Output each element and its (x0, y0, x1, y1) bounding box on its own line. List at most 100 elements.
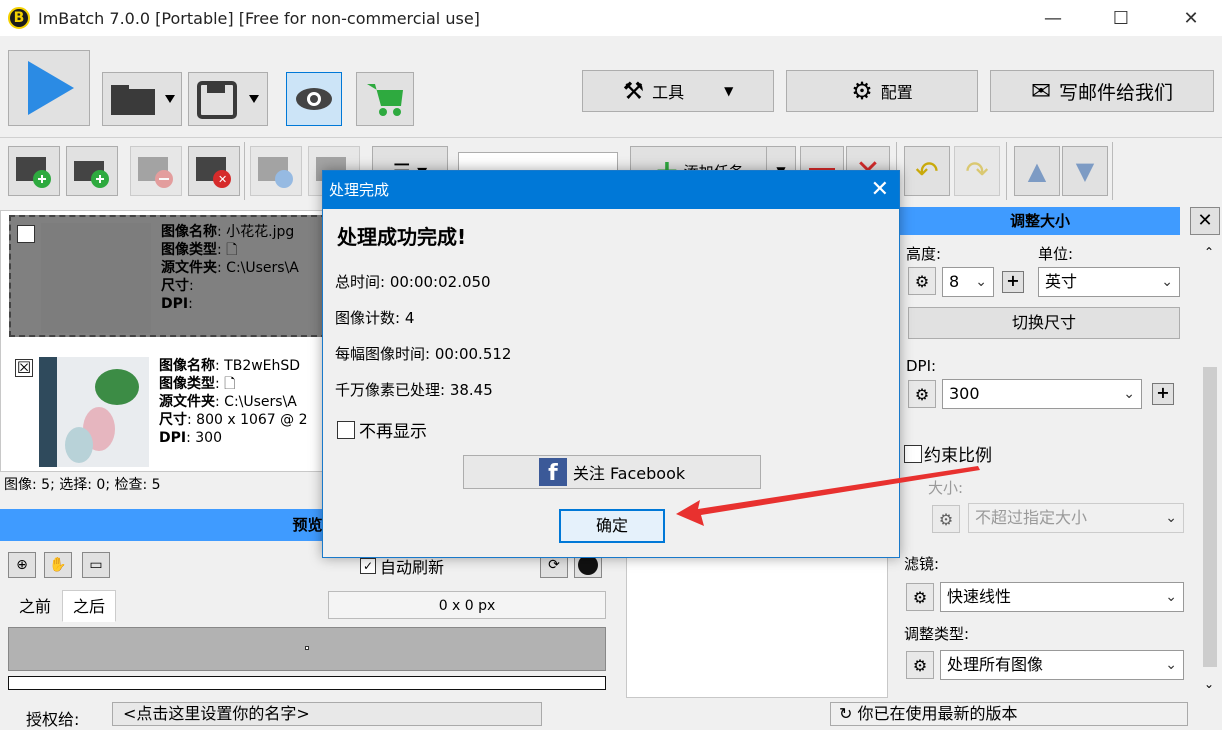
clear-images-button[interactable]: ✕ (188, 146, 240, 196)
toolbar-separator (1006, 142, 1007, 200)
dpi-label: DPI: (906, 357, 937, 375)
chevron-down-icon: ⌄ (1123, 386, 1135, 402)
fit-icon: ▭ (89, 557, 103, 573)
undo-button[interactable]: ↶ (904, 146, 950, 196)
email-us-button[interactable]: ✉ 写邮件给我们 (990, 70, 1214, 112)
checkbox-icon: ✓ (360, 558, 376, 574)
facebook-icon: f (538, 458, 567, 486)
scrollbar-thumb[interactable] (1203, 367, 1217, 667)
ok-button[interactable]: 确定 (559, 509, 665, 543)
add-image-button[interactable] (8, 146, 60, 196)
chevron-down-icon: ⌄ (975, 274, 987, 290)
run-button[interactable] (8, 50, 90, 126)
license-name-field[interactable]: <点击这里设置你的名字> (112, 702, 542, 726)
filter-select[interactable]: 快速线性 ⌄ (940, 582, 1184, 612)
open-folder-button[interactable] (102, 72, 182, 126)
chevron-up-icon[interactable]: ⌃ (1204, 245, 1214, 259)
tab-after[interactable]: 之后 (62, 590, 117, 622)
chevron-down-icon: ⌄ (1165, 657, 1177, 673)
chevron-down-icon[interactable]: ⌄ (1204, 677, 1214, 691)
image-up-icon (258, 157, 293, 188)
pan-button[interactable]: ✋ (44, 552, 72, 578)
move-up-image-button[interactable] (250, 146, 302, 196)
toolbar-separator (1112, 142, 1113, 200)
height-value: 8 (949, 272, 960, 291)
tools-dropdown[interactable]: ⚒ 工具 ▼ (582, 70, 774, 112)
dpi-value: 300 (949, 384, 980, 403)
eye-icon (296, 88, 332, 110)
chevron-down-icon: ⌄ (1165, 589, 1177, 605)
size-select[interactable]: 不超过指定大小 ⌄ (968, 503, 1184, 533)
checkbox-icon (337, 420, 355, 439)
task-down-button[interactable]: ▼ (1062, 146, 1108, 196)
image-name: 小花花.jpg (226, 224, 295, 240)
app-logo-icon: B (8, 7, 30, 29)
height-select[interactable]: 8 ⌄ (942, 267, 994, 297)
fit-button[interactable]: ▭ (82, 552, 110, 578)
undo-icon: ↶ (915, 154, 939, 188)
unit-value: 英寸 (1045, 272, 1078, 291)
filter-gear-button[interactable]: ⚙ (906, 583, 934, 611)
preview-scrollbar[interactable] (8, 676, 606, 690)
minimize-button[interactable]: — (1030, 0, 1076, 36)
window-title: ImBatch 7.0.0 [Portable] [Free for non-c… (38, 8, 480, 28)
checkbox-icon (904, 444, 922, 463)
status-bar: 授权给: <点击这里设置你的名字> ↻ 你已在使用最新的版本 (0, 702, 1222, 730)
resize-panel: 调整大小 ✕ 高度: 单位: ⚙ 8 ⌄ + 英寸 ⌄ 切换尺寸 DPI: ⚙ 30… (888, 207, 1222, 699)
gear-icon: ⚙ (938, 509, 954, 529)
task-up-button[interactable]: ▲ (1014, 146, 1060, 196)
dpi-gear-button[interactable]: ⚙ (908, 380, 936, 408)
filter-value: 快速线性 (947, 587, 1012, 606)
tab-before[interactable]: 之前 (8, 590, 62, 622)
chevron-down-icon: ▼ (1075, 157, 1095, 185)
settings-button[interactable]: ⚙ 配置 (786, 70, 978, 112)
hand-icon: ✋ (49, 557, 67, 573)
constrain-ratio-checkbox[interactable]: 约束比例 (904, 441, 992, 466)
dont-show-checkbox[interactable]: 不再显示 (337, 417, 427, 442)
height-plus-button[interactable]: + (1002, 271, 1024, 293)
resize-type-gear-button[interactable]: ⚙ (906, 651, 934, 679)
version-status: ↻ 你已在使用最新的版本 (830, 702, 1188, 726)
dialog-heading: 处理成功完成! (337, 225, 467, 249)
license-label: 授权给: (26, 710, 80, 729)
resize-panel-header: 调整大小 (900, 207, 1180, 235)
redo-button[interactable]: ↷ (954, 146, 1000, 196)
switch-size-button[interactable]: 切换尺寸 (908, 307, 1180, 339)
preview-tabs: 之前 之后 (8, 590, 117, 622)
image-folder: C:\Users\A (226, 260, 299, 276)
add-folder-button[interactable] (66, 146, 118, 196)
chevron-down-icon: ⌄ (1165, 510, 1177, 526)
cart-icon (367, 84, 403, 116)
remove-image-button[interactable] (130, 146, 182, 196)
panel-scrollbar[interactable]: ⌃ ⌄ (1200, 237, 1220, 697)
size-label: 大小: (928, 479, 964, 497)
shop-button[interactable] (356, 72, 414, 126)
close-panel-button[interactable]: ✕ (1190, 207, 1220, 235)
resize-type-select[interactable]: 处理所有图像 ⌄ (940, 650, 1184, 680)
close-window-button[interactable]: ✕ (1168, 0, 1214, 36)
plant-photo-icon (39, 357, 139, 467)
item-checkbox[interactable]: ☒ (15, 359, 33, 377)
preview-toggle-button[interactable] (286, 72, 342, 126)
image-info: 图像名称: TB2wEhSD 图像类型: 🗋 源文件夹: C:\Users\A … (159, 358, 308, 446)
refresh-icon: ↻ (839, 704, 853, 723)
size-value: 不超过指定大小 (975, 508, 1088, 527)
unit-select[interactable]: 英寸 ⌄ (1038, 267, 1180, 297)
dpi-plus-button[interactable]: + (1152, 383, 1174, 405)
gear-icon: ⚙ (914, 384, 930, 404)
item-checkbox[interactable] (17, 225, 35, 243)
resize-panel-body: 高度: 单位: ⚙ 8 ⌄ + 英寸 ⌄ 切换尺寸 DPI: ⚙ 300 ⌄ + 约束… (900, 237, 1200, 697)
zoom-button[interactable]: ⊕ (8, 552, 36, 578)
dialog-title-bar: 处理完成 ✕ (323, 171, 899, 209)
preview-canvas[interactable] (8, 627, 606, 671)
maximize-button[interactable]: ☐ (1098, 0, 1144, 36)
height-gear-button[interactable]: ⚙ (908, 267, 936, 295)
dialog-close-button[interactable]: ✕ (871, 171, 889, 209)
resize-type-value: 处理所有图像 (947, 655, 1044, 674)
dpi-select[interactable]: 300 ⌄ (942, 379, 1142, 409)
follow-facebook-button[interactable]: f 关注 Facebook (463, 455, 761, 489)
svg-text:✕: ✕ (218, 173, 227, 186)
size-gear-button[interactable]: ⚙ (932, 505, 960, 533)
save-button[interactable] (188, 72, 268, 126)
mail-icon: ✉ (1030, 77, 1052, 105)
